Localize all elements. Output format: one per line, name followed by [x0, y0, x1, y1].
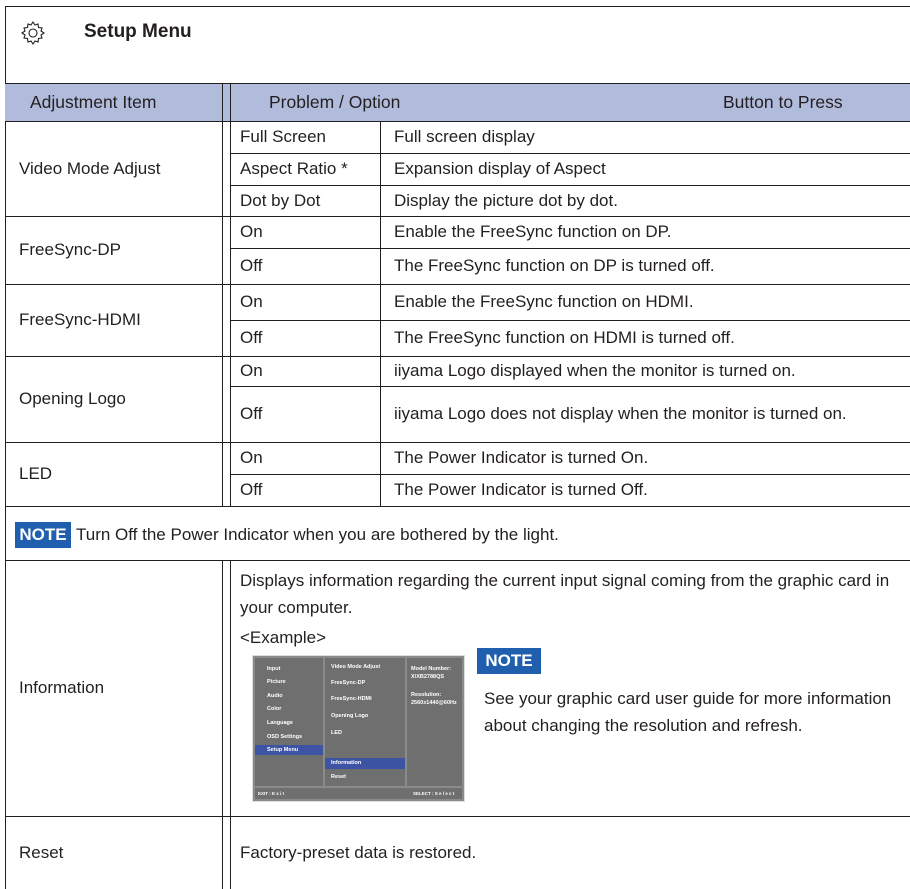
information-desc: Displays information regarding the curre…	[240, 571, 890, 617]
desc-logo-on: iiyama Logo displayed when the monitor i…	[394, 361, 796, 380]
desc-led-off: The Power Indicator is turned Off.	[394, 480, 648, 499]
video-mode-adjust-label: Video Mode Adjust	[19, 159, 161, 178]
desc-logo-off: iiyama Logo does not display when the mo…	[394, 404, 847, 423]
option-logo-on: On	[240, 361, 263, 380]
header-problem-option: Problem / Option	[269, 92, 401, 112]
desc-aspect-ratio: Expansion display of Aspect	[394, 159, 606, 178]
info-note-badge: NOTE	[477, 648, 541, 674]
option-aspect-ratio: Aspect Ratio *	[240, 159, 348, 178]
freesync-hdmi-label: FreeSync-HDMI	[19, 310, 141, 329]
desc-hdmi-on: Enable the FreeSync function on HDMI.	[394, 292, 694, 311]
osd-middle-item: Reset	[331, 774, 346, 780]
osd-select-label: SELECT : S e l e c t	[413, 791, 455, 796]
frame-left	[5, 6, 6, 889]
osd-middle-item: FreeSync-DP	[331, 680, 366, 686]
reset-desc: Factory-preset data is restored.	[240, 842, 477, 862]
osd-middle-item: LED	[331, 730, 342, 736]
option-hdmi-on: On	[240, 292, 263, 311]
col-sep-a2	[222, 560, 223, 889]
header-button-to-press: Button to Press	[723, 92, 843, 112]
osd-example-image: Input Picture Audio Color Language OSD S…	[252, 655, 465, 802]
opening-logo-label: Opening Logo	[19, 389, 126, 408]
note-text: Turn Off the Power Indicator when you ar…	[76, 525, 559, 544]
osd-left-item: Picture	[267, 679, 286, 685]
option-dot-by-dot: Dot by Dot	[240, 191, 321, 210]
desc-dot-by-dot: Display the picture dot by dot.	[394, 191, 618, 210]
osd-left-item: Setup Menu	[267, 747, 299, 753]
osd-model-label: Model Number:	[411, 666, 452, 672]
col-sep-c	[380, 121, 381, 506]
information-label: Information	[19, 678, 105, 697]
osd-middle-item: Opening Logo	[331, 713, 369, 719]
option-led-off: Off	[240, 480, 263, 499]
header-adjustment-item: Adjustment Item	[30, 92, 157, 112]
osd-res-value: 2560x1440@60Hz	[411, 700, 457, 706]
example-label: <Example>	[240, 628, 326, 647]
osd-model-value: X/XB2788QS	[411, 674, 445, 680]
option-full-screen: Full Screen	[240, 127, 326, 146]
desc-dp-off: The FreeSync function on DP is turned of…	[394, 256, 715, 275]
freesync-dp-label: FreeSync-DP	[19, 240, 122, 259]
section-line	[5, 560, 910, 561]
reset-label: Reset	[19, 842, 64, 862]
col-sep-b2	[230, 560, 231, 889]
osd-exit-label: EXIT : E x i t	[258, 791, 285, 796]
osd-left-item: Input	[267, 666, 281, 672]
osd-left-item: Color	[267, 706, 282, 712]
page-title: Setup Menu	[84, 21, 192, 42]
osd-middle-item: Video Mode Adjust	[331, 664, 381, 670]
led-label: LED	[19, 464, 53, 483]
option-led-on: On	[240, 448, 263, 467]
section-line	[5, 506, 910, 507]
header-top-line	[5, 83, 910, 84]
osd-left-item: Language	[267, 720, 293, 726]
option-dp-on: On	[240, 222, 263, 241]
osd-res-label: Resolution:	[411, 692, 442, 698]
osd-left-item: OSD Settings	[267, 734, 303, 740]
osd-middle-item: Information	[331, 760, 362, 766]
gear-icon	[21, 21, 45, 45]
desc-led-on: The Power Indicator is turned On.	[394, 448, 649, 467]
option-dp-off: Off	[240, 256, 263, 275]
desc-dp-on: Enable the FreeSync function on DP.	[394, 222, 672, 241]
desc-full-screen: Full screen display	[394, 127, 535, 146]
note-badge: NOTE	[15, 522, 71, 548]
desc-hdmi-off: The FreeSync function on HDMI is turned …	[394, 328, 735, 347]
info-note-text: See your graphic card user guide for mor…	[484, 689, 892, 735]
option-hdmi-off: Off	[240, 328, 263, 347]
osd-left-item: Audio	[267, 693, 283, 699]
option-logo-off: Off	[240, 404, 263, 423]
title-frame-top	[5, 6, 910, 7]
osd-middle-item: FreeSync-HDMI	[331, 696, 372, 702]
